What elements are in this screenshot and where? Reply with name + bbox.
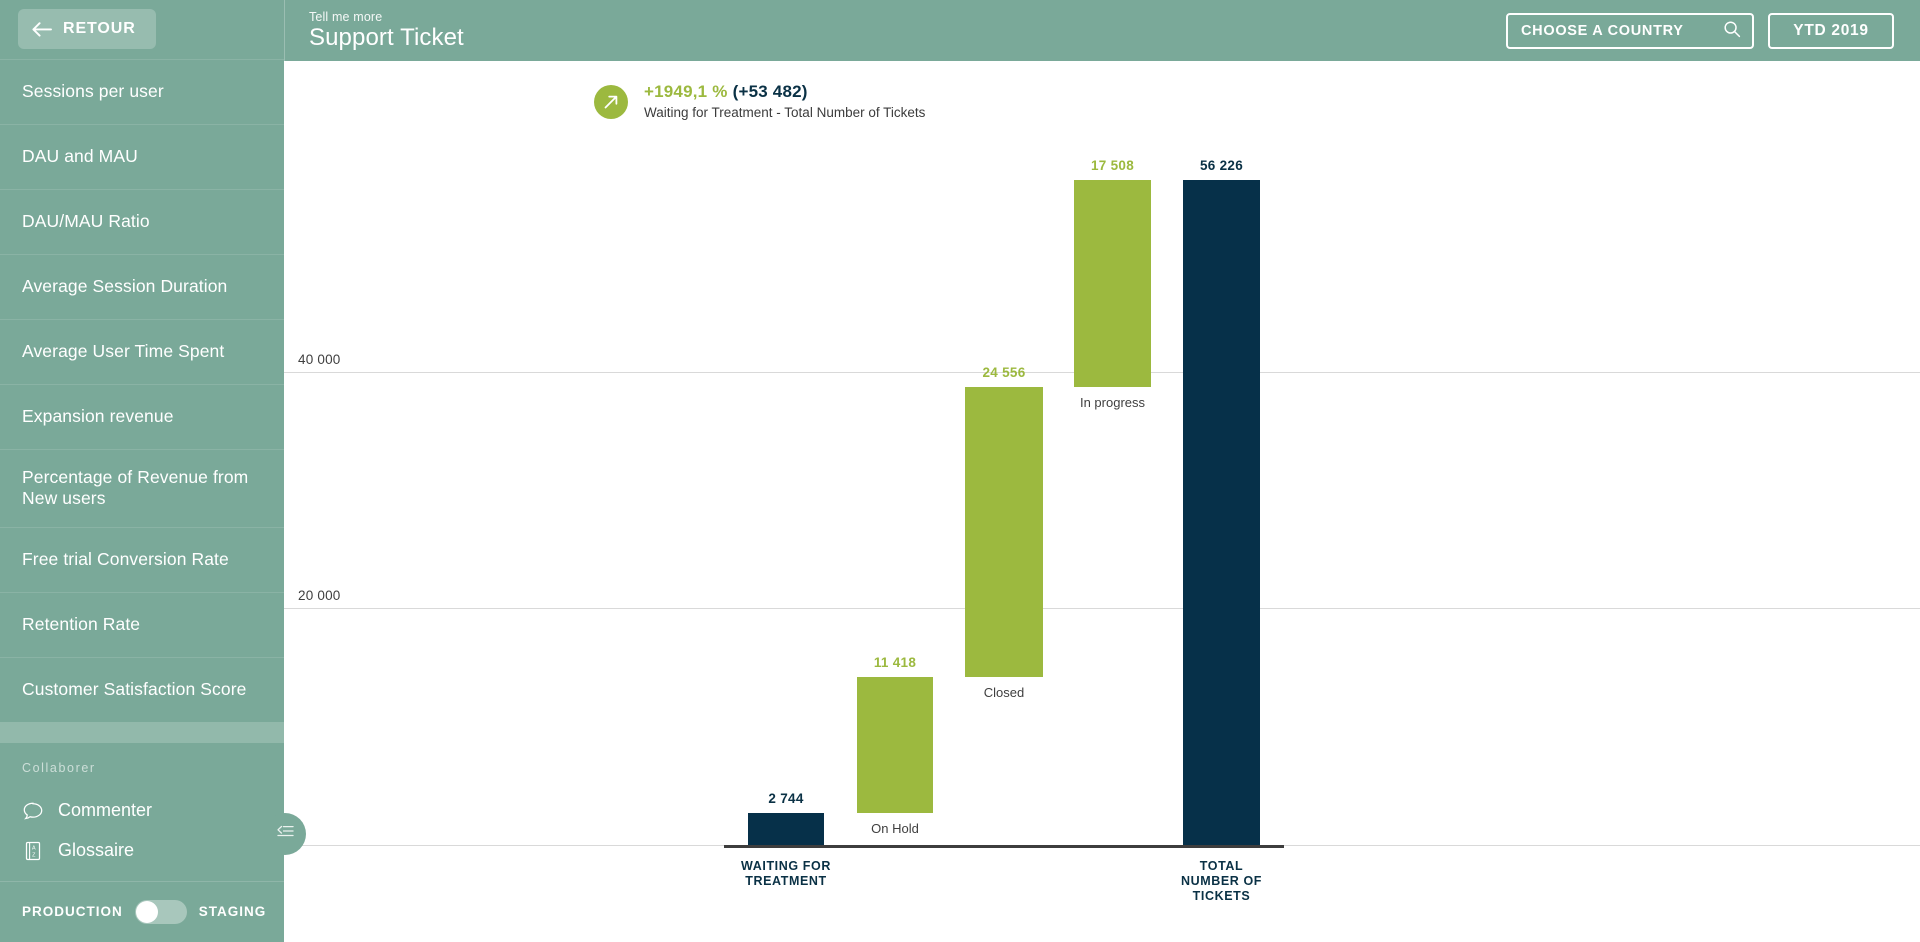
glossary-icon: A Z [22,840,44,862]
sidebar-link-commenter[interactable]: Commenter [22,791,284,831]
sidebar-item-average-user-time-spent[interactable]: Average User Time Spent [0,318,284,384]
search-icon[interactable] [1723,20,1741,42]
sidebar-header: RETOUR [0,0,284,59]
bar-caption: Closed [983,685,1025,701]
collapse-menu-icon [274,823,296,846]
country-select-value: CHOOSE A COUNTRY [1521,22,1684,39]
period-button[interactable]: YTD 2019 [1768,12,1894,49]
sidebar-item-average-session-duration[interactable]: Average Session Duration [0,253,284,319]
top-bar: Tell me more Support Ticket CHOOSE A COU… [284,0,1920,61]
chart-axis-line [724,845,1284,848]
chart-gridline [284,608,1920,610]
sidebar-footer: PRODUCTION STAGING [0,880,284,942]
dashboard-page: RETOUR Sessions per user DAU and MAU DAU… [0,0,1920,942]
sidebar-item-label: DAU and MAU [22,145,138,166]
page-eyebrow: Tell me more [309,9,383,24]
back-button-label: RETOUR [63,20,136,38]
svg-text:A: A [32,845,36,851]
bar-value-label: 56 226 [1199,157,1244,173]
sidebar-item-label: Free trial Conversion Rate [22,548,229,569]
chart-plot-area: 020 00040 0002 74411 418On Hold24 556Clo… [284,110,1920,903]
bar-caption: On Hold [871,820,919,836]
sidebar-item-customer-satisfaction-score[interactable]: Customer Satisfaction Score [0,656,284,722]
page-title: Support Ticket [309,23,464,51]
sidebar-item-label: Retention Rate [22,613,141,634]
sidebar-item-label: Average User Time Spent [22,340,225,361]
cat-label-line: TICKETS [1192,889,1251,903]
chart-bar[interactable] [1183,179,1260,845]
top-bar-controls: CHOOSE A COUNTRY YTD 2019 [1506,0,1894,61]
sidebar-item-label: Sessions per user [22,80,164,101]
sidebar-item-label: DAU/MAU Ratio [22,210,150,231]
environment-toggle[interactable] [134,899,187,924]
bar-value-label: 2 744 [768,790,804,806]
kpi-headline: +1949,1 % (+53 482) [644,82,925,102]
sidebar-link-label: Glossaire [58,840,135,861]
env-label-staging: STAGING [198,904,267,920]
kpi-delta: (+53 482) [732,82,808,101]
country-select[interactable]: CHOOSE A COUNTRY [1506,12,1754,49]
cat-label-line: NUMBER OF [1180,874,1263,888]
sidebar-item-sessions-per-user[interactable]: Sessions per user [0,58,284,124]
env-label-production: PRODUCTION [22,904,123,920]
page-title-group: Tell me more Support Ticket [285,10,464,52]
cat-label-line: TREATMENT [745,874,827,888]
sidebar-item-label: Average Session Duration [22,275,228,296]
bar-value-label: 11 418 [873,655,917,671]
svg-text:Z: Z [32,852,36,858]
sidebar-collaborate-title: Collaborer [22,760,96,775]
chart-bar[interactable] [965,386,1043,678]
sidebar-item-dau-and-mau[interactable]: DAU and MAU [0,123,284,189]
y-axis-tick-label: 20 000 [298,588,341,604]
sidebar-item-label: Expansion revenue [22,405,174,426]
bar-value-label: 24 556 [982,364,1026,380]
main-content: Tell me more Support Ticket CHOOSE A COU… [284,0,1920,942]
x-axis-category-label: TOTAL NUMBER OF TICKETS [1121,859,1322,904]
cat-label-line: WAITING FOR [741,859,831,873]
cat-label-line: TOTAL [1199,859,1244,873]
back-button[interactable]: RETOUR [18,9,156,50]
sidebar-item-free-trial-conversion-rate[interactable]: Free trial Conversion Rate [0,526,284,592]
sidebar-item-expansion-revenue[interactable]: Expansion revenue [0,383,284,449]
sidebar-item-dau-mau-ratio[interactable]: DAU/MAU Ratio [0,188,284,254]
y-axis-tick-label: 40 000 [298,351,341,367]
sidebar-link-label: Commenter [58,800,153,821]
chart-bar[interactable] [1074,179,1151,387]
sidebar-item-percentage-of-revenue-from-new-users[interactable]: Percentage of Revenue from New users [0,448,284,527]
sidebar-item-label: Percentage of Revenue from New users [22,466,249,508]
sidebar-nav: Sessions per user DAU and MAU DAU/MAU Ra… [0,58,284,722]
sidebar-collapse-button[interactable] [264,813,306,855]
sidebar-link-glossaire[interactable]: A Z Glossaire [22,831,284,871]
comment-icon [22,801,44,821]
sidebar: RETOUR Sessions per user DAU and MAU DAU… [0,0,306,942]
arrow-left-icon [32,22,52,37]
sidebar-item-label: Customer Satisfaction Score [22,678,247,699]
x-axis-category-label: WAITING FOR TREATMENT [686,859,886,889]
waterfall-chart: 020 00040 0002 74411 418On Hold24 556Clo… [284,110,1920,942]
sidebar-collaborate-section: Collaborer Commenter A Z Glossaire [0,743,284,881]
kpi-percent: +1949,1 % [644,82,728,101]
sidebar-section-divider [0,721,284,743]
bar-caption: In progress [1079,394,1146,410]
sidebar-item-retention-rate[interactable]: Retention Rate [0,591,284,657]
toggle-knob [135,900,158,923]
